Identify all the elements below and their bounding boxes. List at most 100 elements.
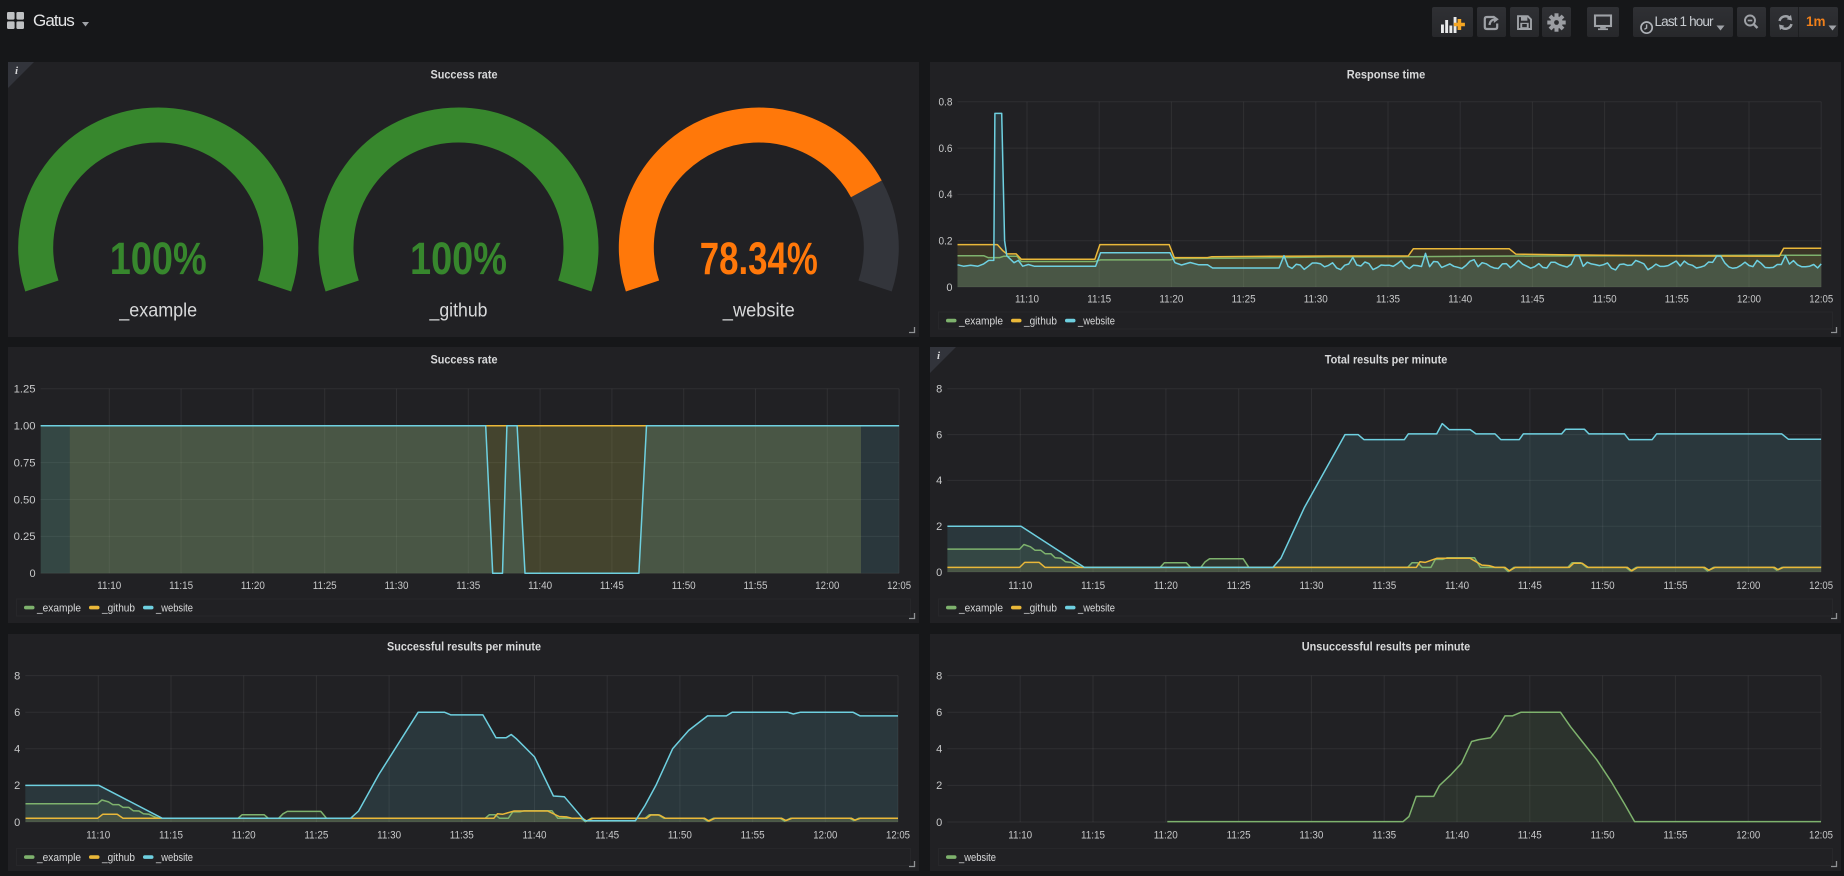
svg-text:0.50: 0.50: [14, 494, 36, 506]
svg-text:12:00: 12:00: [813, 829, 837, 841]
svg-text:12:05: 12:05: [1809, 580, 1833, 592]
svg-text:11:55: 11:55: [741, 829, 765, 841]
svg-text:11:55: 11:55: [1663, 829, 1687, 841]
svg-text:Response time: Response time: [1347, 68, 1426, 82]
svg-text:11:10: 11:10: [1008, 580, 1032, 592]
svg-text:11:20: 11:20: [241, 580, 265, 592]
svg-text:11:30: 11:30: [377, 829, 401, 841]
svg-text:11:35: 11:35: [1372, 829, 1396, 841]
svg-text:0.8: 0.8: [939, 97, 953, 109]
svg-text:11:25: 11:25: [1227, 580, 1251, 592]
svg-text:12:00: 12:00: [1736, 829, 1760, 841]
svg-text:11:50: 11:50: [1591, 829, 1615, 841]
svg-text:11:50: 11:50: [1593, 294, 1617, 306]
svg-text:11:15: 11:15: [1087, 294, 1111, 306]
svg-text:11:25: 11:25: [313, 580, 337, 592]
svg-text:_website: _website: [1077, 603, 1115, 615]
svg-text:11:45: 11:45: [1518, 580, 1542, 592]
svg-text:11:10: 11:10: [1008, 829, 1032, 841]
svg-text:11:45: 11:45: [600, 580, 624, 592]
svg-text:11:20: 11:20: [1154, 829, 1178, 841]
svg-text:11:50: 11:50: [1591, 580, 1615, 592]
svg-text:0.6: 0.6: [939, 143, 953, 155]
svg-text:4: 4: [936, 475, 942, 487]
svg-text:0: 0: [936, 567, 942, 579]
svg-text:_website: _website: [958, 852, 996, 864]
svg-text:_example: _example: [118, 300, 197, 322]
svg-text:11:35: 11:35: [1376, 294, 1400, 306]
svg-text:11:15: 11:15: [169, 580, 193, 592]
svg-text:11:25: 11:25: [1227, 829, 1251, 841]
svg-text:11:40: 11:40: [1445, 829, 1469, 841]
svg-text:1.25: 1.25: [14, 384, 36, 396]
svg-text:11:20: 11:20: [1159, 294, 1183, 306]
svg-text:11:10: 11:10: [1015, 294, 1039, 306]
svg-text:0: 0: [946, 282, 952, 294]
svg-text:_example: _example: [958, 603, 1003, 615]
svg-text:100%: 100%: [110, 233, 207, 284]
svg-text:0: 0: [29, 568, 35, 580]
svg-text:12:00: 12:00: [1737, 294, 1761, 306]
svg-text:2: 2: [936, 780, 942, 792]
svg-text:11:45: 11:45: [1520, 294, 1544, 306]
svg-text:11:25: 11:25: [304, 829, 328, 841]
svg-text:12:00: 12:00: [815, 580, 839, 592]
svg-text:_github: _github: [101, 852, 135, 864]
svg-text:11:10: 11:10: [97, 580, 121, 592]
svg-text:_website: _website: [155, 603, 193, 615]
svg-text:_website: _website: [155, 852, 193, 864]
svg-text:0.2: 0.2: [939, 236, 953, 248]
svg-text:12:05: 12:05: [887, 580, 911, 592]
svg-text:78.34%: 78.34%: [700, 233, 818, 284]
svg-text:1.00: 1.00: [14, 421, 36, 433]
svg-text:11:45: 11:45: [1518, 829, 1542, 841]
svg-text:100%: 100%: [410, 233, 507, 284]
svg-text:11:15: 11:15: [1081, 580, 1105, 592]
svg-text:Success rate: Success rate: [431, 353, 498, 367]
svg-text:8: 8: [936, 670, 942, 682]
svg-text:11:40: 11:40: [523, 829, 547, 841]
svg-text:11:40: 11:40: [528, 580, 552, 592]
svg-text:11:15: 11:15: [1081, 829, 1105, 841]
svg-text:6: 6: [936, 707, 942, 719]
svg-text:11:25: 11:25: [1232, 294, 1256, 306]
svg-text:_github: _github: [101, 603, 135, 615]
svg-text:11:55: 11:55: [744, 580, 768, 592]
svg-text:11:55: 11:55: [1665, 294, 1689, 306]
svg-text:11:30: 11:30: [385, 580, 409, 592]
svg-text:_github: _github: [1023, 603, 1057, 615]
svg-text:Unsuccessful results per minut: Unsuccessful results per minute: [1302, 640, 1471, 654]
svg-text:11:10: 11:10: [86, 829, 110, 841]
svg-text:_example: _example: [36, 603, 81, 615]
svg-text:_website: _website: [722, 300, 795, 322]
svg-text:12:00: 12:00: [1736, 580, 1760, 592]
svg-text:11:35: 11:35: [450, 829, 474, 841]
svg-text:12:05: 12:05: [1809, 829, 1833, 841]
svg-text:11:50: 11:50: [672, 580, 696, 592]
svg-text:_example: _example: [36, 852, 81, 864]
svg-text:8: 8: [936, 384, 942, 396]
svg-text:2: 2: [936, 521, 942, 533]
svg-text:6: 6: [936, 429, 942, 441]
svg-text:Total results per minute: Total results per minute: [1325, 353, 1448, 367]
svg-text:Successful results per minute: Successful results per minute: [387, 640, 541, 654]
svg-text:2: 2: [14, 780, 20, 792]
svg-text:0.25: 0.25: [14, 531, 36, 543]
svg-text:11:35: 11:35: [1372, 580, 1396, 592]
svg-text:4: 4: [14, 744, 20, 756]
svg-text:_github: _github: [1023, 316, 1057, 328]
svg-text:11:35: 11:35: [456, 580, 480, 592]
svg-text:11:30: 11:30: [1304, 294, 1328, 306]
svg-text:0: 0: [14, 817, 20, 829]
svg-text:Success rate: Success rate: [431, 68, 498, 82]
svg-text:11:50: 11:50: [668, 829, 692, 841]
svg-text:11:40: 11:40: [1448, 294, 1472, 306]
svg-text:11:55: 11:55: [1664, 580, 1688, 592]
svg-text:_website: _website: [1077, 316, 1115, 328]
svg-text:6: 6: [14, 707, 20, 719]
svg-text:0.4: 0.4: [939, 189, 953, 201]
svg-text:12:05: 12:05: [886, 829, 910, 841]
svg-text:4: 4: [936, 744, 942, 756]
svg-text:11:30: 11:30: [1300, 580, 1324, 592]
svg-text:_github: _github: [429, 300, 488, 322]
